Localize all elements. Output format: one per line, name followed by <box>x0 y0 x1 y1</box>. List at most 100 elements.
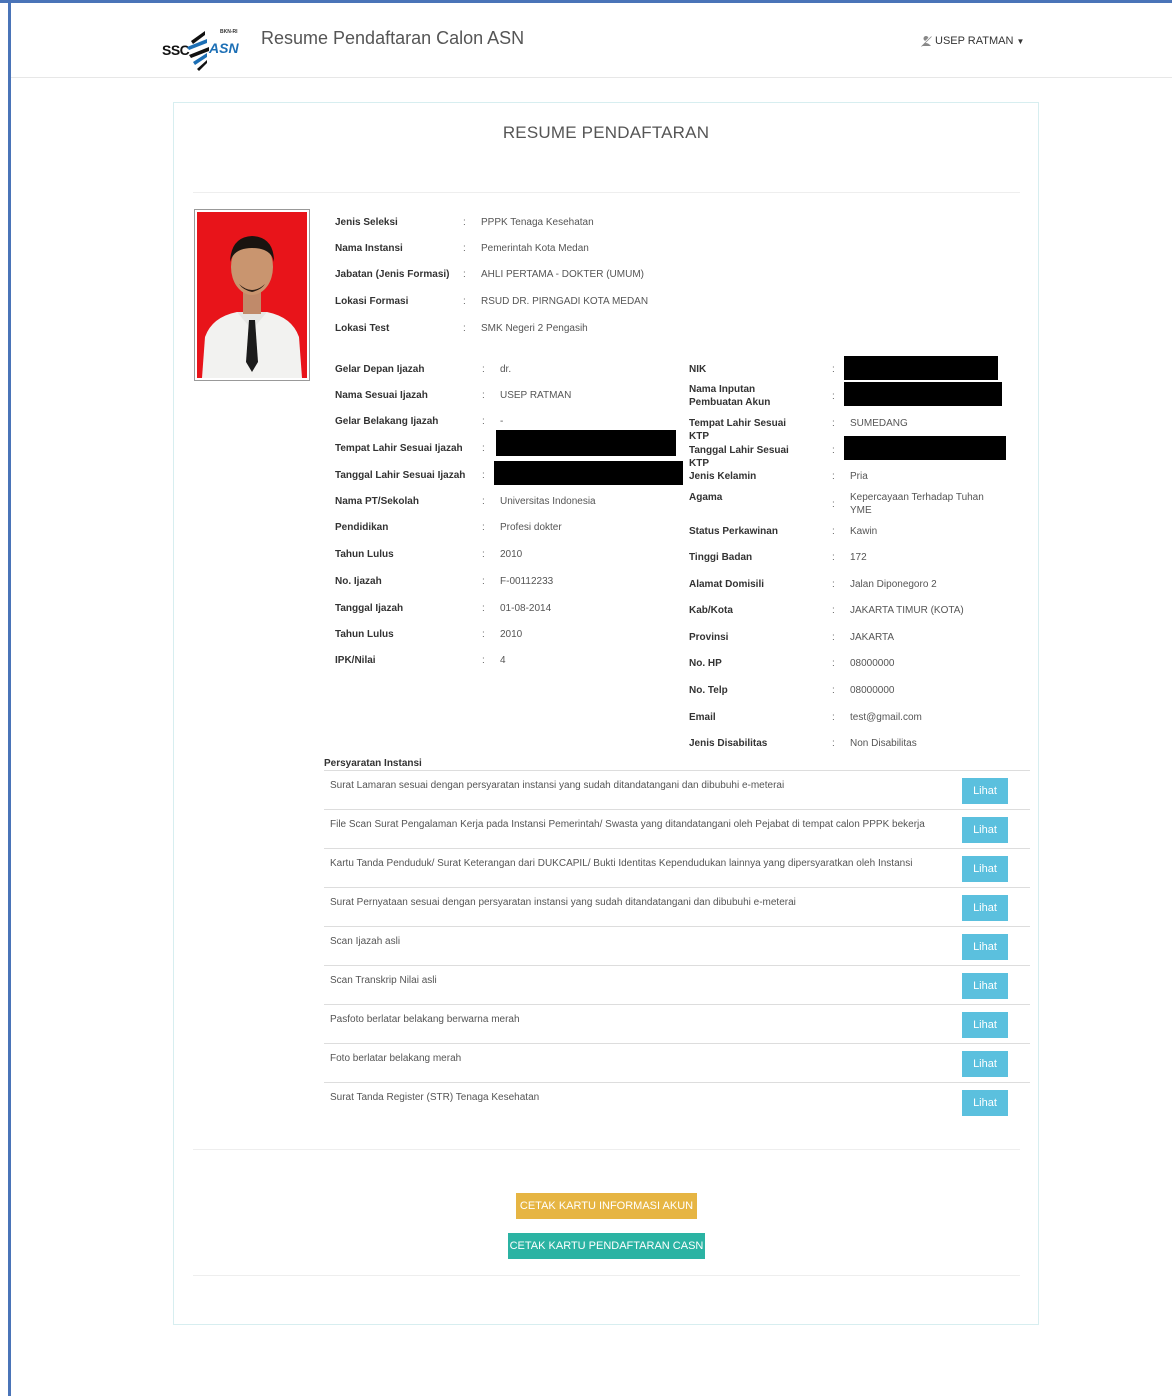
field-label: Tanggal Lahir Sesuai Ijazah <box>335 470 466 481</box>
redaction-block <box>844 436 1006 460</box>
field-value: 08000000 <box>850 658 895 669</box>
field-value: USEP RATMAN <box>500 390 572 401</box>
field-label: No. Telp <box>689 685 728 696</box>
field-value: Kepercayaan Terhadap Tuhan YME <box>850 492 984 516</box>
field-colon: : <box>832 579 835 590</box>
lihat-button[interactable]: Lihat <box>962 973 1008 999</box>
redaction-block <box>844 356 998 380</box>
pasfoto <box>194 209 310 381</box>
field-colon: : <box>482 390 485 401</box>
field-colon: : <box>482 416 485 427</box>
divider <box>193 192 1020 193</box>
field-value: Kawin <box>850 526 878 537</box>
field-value: Jalan Diponegoro 2 <box>850 579 937 590</box>
field-colon: : <box>832 658 835 669</box>
field-label: Pendidikan <box>335 522 389 533</box>
field-label: Kab/Kota <box>689 605 733 616</box>
lihat-button[interactable]: Lihat <box>962 895 1008 921</box>
field-label: Tahun Lulus <box>335 629 394 640</box>
persyaratan-row: Scan Transkrip Nilai asli Lihat <box>324 965 1030 1004</box>
field-colon: : <box>832 712 835 723</box>
field-label: Agama <box>689 492 723 503</box>
field-colon: : <box>832 499 835 510</box>
field-colon: : <box>482 603 485 614</box>
field-colon: : <box>482 655 485 666</box>
field-value: 2010 <box>500 629 523 640</box>
persyaratan-label: Surat Pernyataan sesuai dengan persyarat… <box>330 897 796 908</box>
field-label: Tanggal Ijazah <box>335 603 404 614</box>
lihat-button[interactable]: Lihat <box>962 934 1008 960</box>
ssc-asn-logo[interactable]: SSC BKN-RI ASN <box>162 25 242 71</box>
field-value: 08000000 <box>850 685 895 696</box>
persyaratan-label: Scan Transkrip Nilai asli <box>330 975 437 986</box>
field-value: Pemerintah Kota Medan <box>481 243 589 254</box>
field-value: Non Disabilitas <box>850 738 917 749</box>
field-colon: : <box>482 576 485 587</box>
field-label: Nama PT/Sekolah <box>335 496 419 507</box>
persyaratan-row: Foto berlatar belakang merah Lihat <box>324 1043 1030 1082</box>
field-colon: : <box>832 552 835 563</box>
app-title: Resume Pendaftaran Calon ASN <box>261 28 525 48</box>
field-label: Gelar Depan Ijazah <box>335 364 425 375</box>
field-colon: : <box>482 496 485 507</box>
redaction-block <box>494 461 683 485</box>
field-label: Jenis Kelamin <box>689 471 757 482</box>
field-colon: : <box>463 323 466 334</box>
persyaratan-label: Scan Ijazah asli <box>330 936 401 947</box>
field-colon: : <box>482 629 485 640</box>
field-colon: : <box>482 522 485 533</box>
field-colon: : <box>832 418 835 429</box>
persyaratan-table: Surat Lamaran sesuai dengan persyaratan … <box>324 770 1030 1121</box>
field-colon: : <box>832 738 835 749</box>
field-label: Tanggal Lahir Sesuai KTP <box>689 445 789 469</box>
field-colon: : <box>832 632 835 643</box>
field-colon: : <box>832 526 835 537</box>
divider <box>193 1149 1020 1150</box>
persyaratan-row: Surat Lamaran sesuai dengan persyaratan … <box>324 770 1030 809</box>
field-colon: : <box>482 364 485 375</box>
field-colon: : <box>832 471 835 482</box>
user-icon <box>920 35 932 47</box>
persyaratan-row: Kartu Tanda Penduduk/ Surat Keterangan d… <box>324 848 1030 887</box>
lihat-button[interactable]: Lihat <box>962 1090 1008 1116</box>
user-menu[interactable]: USEP RATMAN ▼ <box>920 35 1024 47</box>
field-colon: : <box>832 445 835 456</box>
lihat-button[interactable]: Lihat <box>962 1012 1008 1038</box>
persyaratan-row: Surat Tanda Register (STR) Tenaga Keseha… <box>324 1082 1030 1121</box>
field-label: Nama Instansi <box>335 243 403 254</box>
field-label: Gelar Belakang Ijazah <box>335 416 439 427</box>
field-colon: : <box>832 685 835 696</box>
field-value: 172 <box>850 552 867 563</box>
field-value: SUMEDANG <box>850 418 908 429</box>
field-label: Tempat Lahir Sesuai Ijazah <box>335 443 463 454</box>
cetak-kartu-informasi-akun-button[interactable]: CETAK KARTU INFORMASI AKUN <box>516 1193 697 1219</box>
user-name: USEP RATMAN <box>935 35 1014 47</box>
navbar: SSC BKN-RI ASN Resume Pendaftaran Calon … <box>11 3 1172 78</box>
lihat-button[interactable]: Lihat <box>962 778 1008 804</box>
panel-title: RESUME PENDAFTARAN <box>502 123 710 142</box>
field-colon: : <box>463 269 466 280</box>
persyaratan-label: Surat Tanda Register (STR) Tenaga Keseha… <box>330 1092 540 1103</box>
field-label: Jenis Disabilitas <box>689 738 768 749</box>
lihat-button[interactable]: Lihat <box>962 1051 1008 1077</box>
persyaratan-row: File Scan Surat Pengalaman Kerja pada In… <box>324 809 1030 848</box>
field-value: 01-08-2014 <box>500 603 552 614</box>
field-label: Status Perkawinan <box>689 526 778 537</box>
cetak-kartu-pendaftaran-casn-button[interactable]: CETAK KARTU PENDAFTARAN CASN <box>508 1233 705 1259</box>
field-label: Jabatan (Jenis Formasi) <box>335 269 450 280</box>
field-value: Pria <box>850 471 868 482</box>
field-value: PPPK Tenaga Kesehatan <box>481 217 594 228</box>
field-label: No. HP <box>689 658 722 669</box>
field-label: Email <box>689 712 716 723</box>
divider <box>193 1275 1020 1276</box>
field-value: Profesi dokter <box>500 522 562 533</box>
field-value: AHLI PERTAMA - DOKTER (UMUM) <box>481 269 644 280</box>
field-label: NIK <box>689 364 707 375</box>
field-label: Tinggi Badan <box>689 552 753 563</box>
field-label: Jenis Seleksi <box>335 217 398 228</box>
lihat-button[interactable]: Lihat <box>962 817 1008 843</box>
field-colon: : <box>463 217 466 228</box>
resume-panel: RESUME PENDAFTARAN Jenis Seleksi: PPPK Te… <box>173 102 1039 1325</box>
lihat-button[interactable]: Lihat <box>962 856 1008 882</box>
persyaratan-title: Persyaratan Instansi <box>324 758 422 769</box>
